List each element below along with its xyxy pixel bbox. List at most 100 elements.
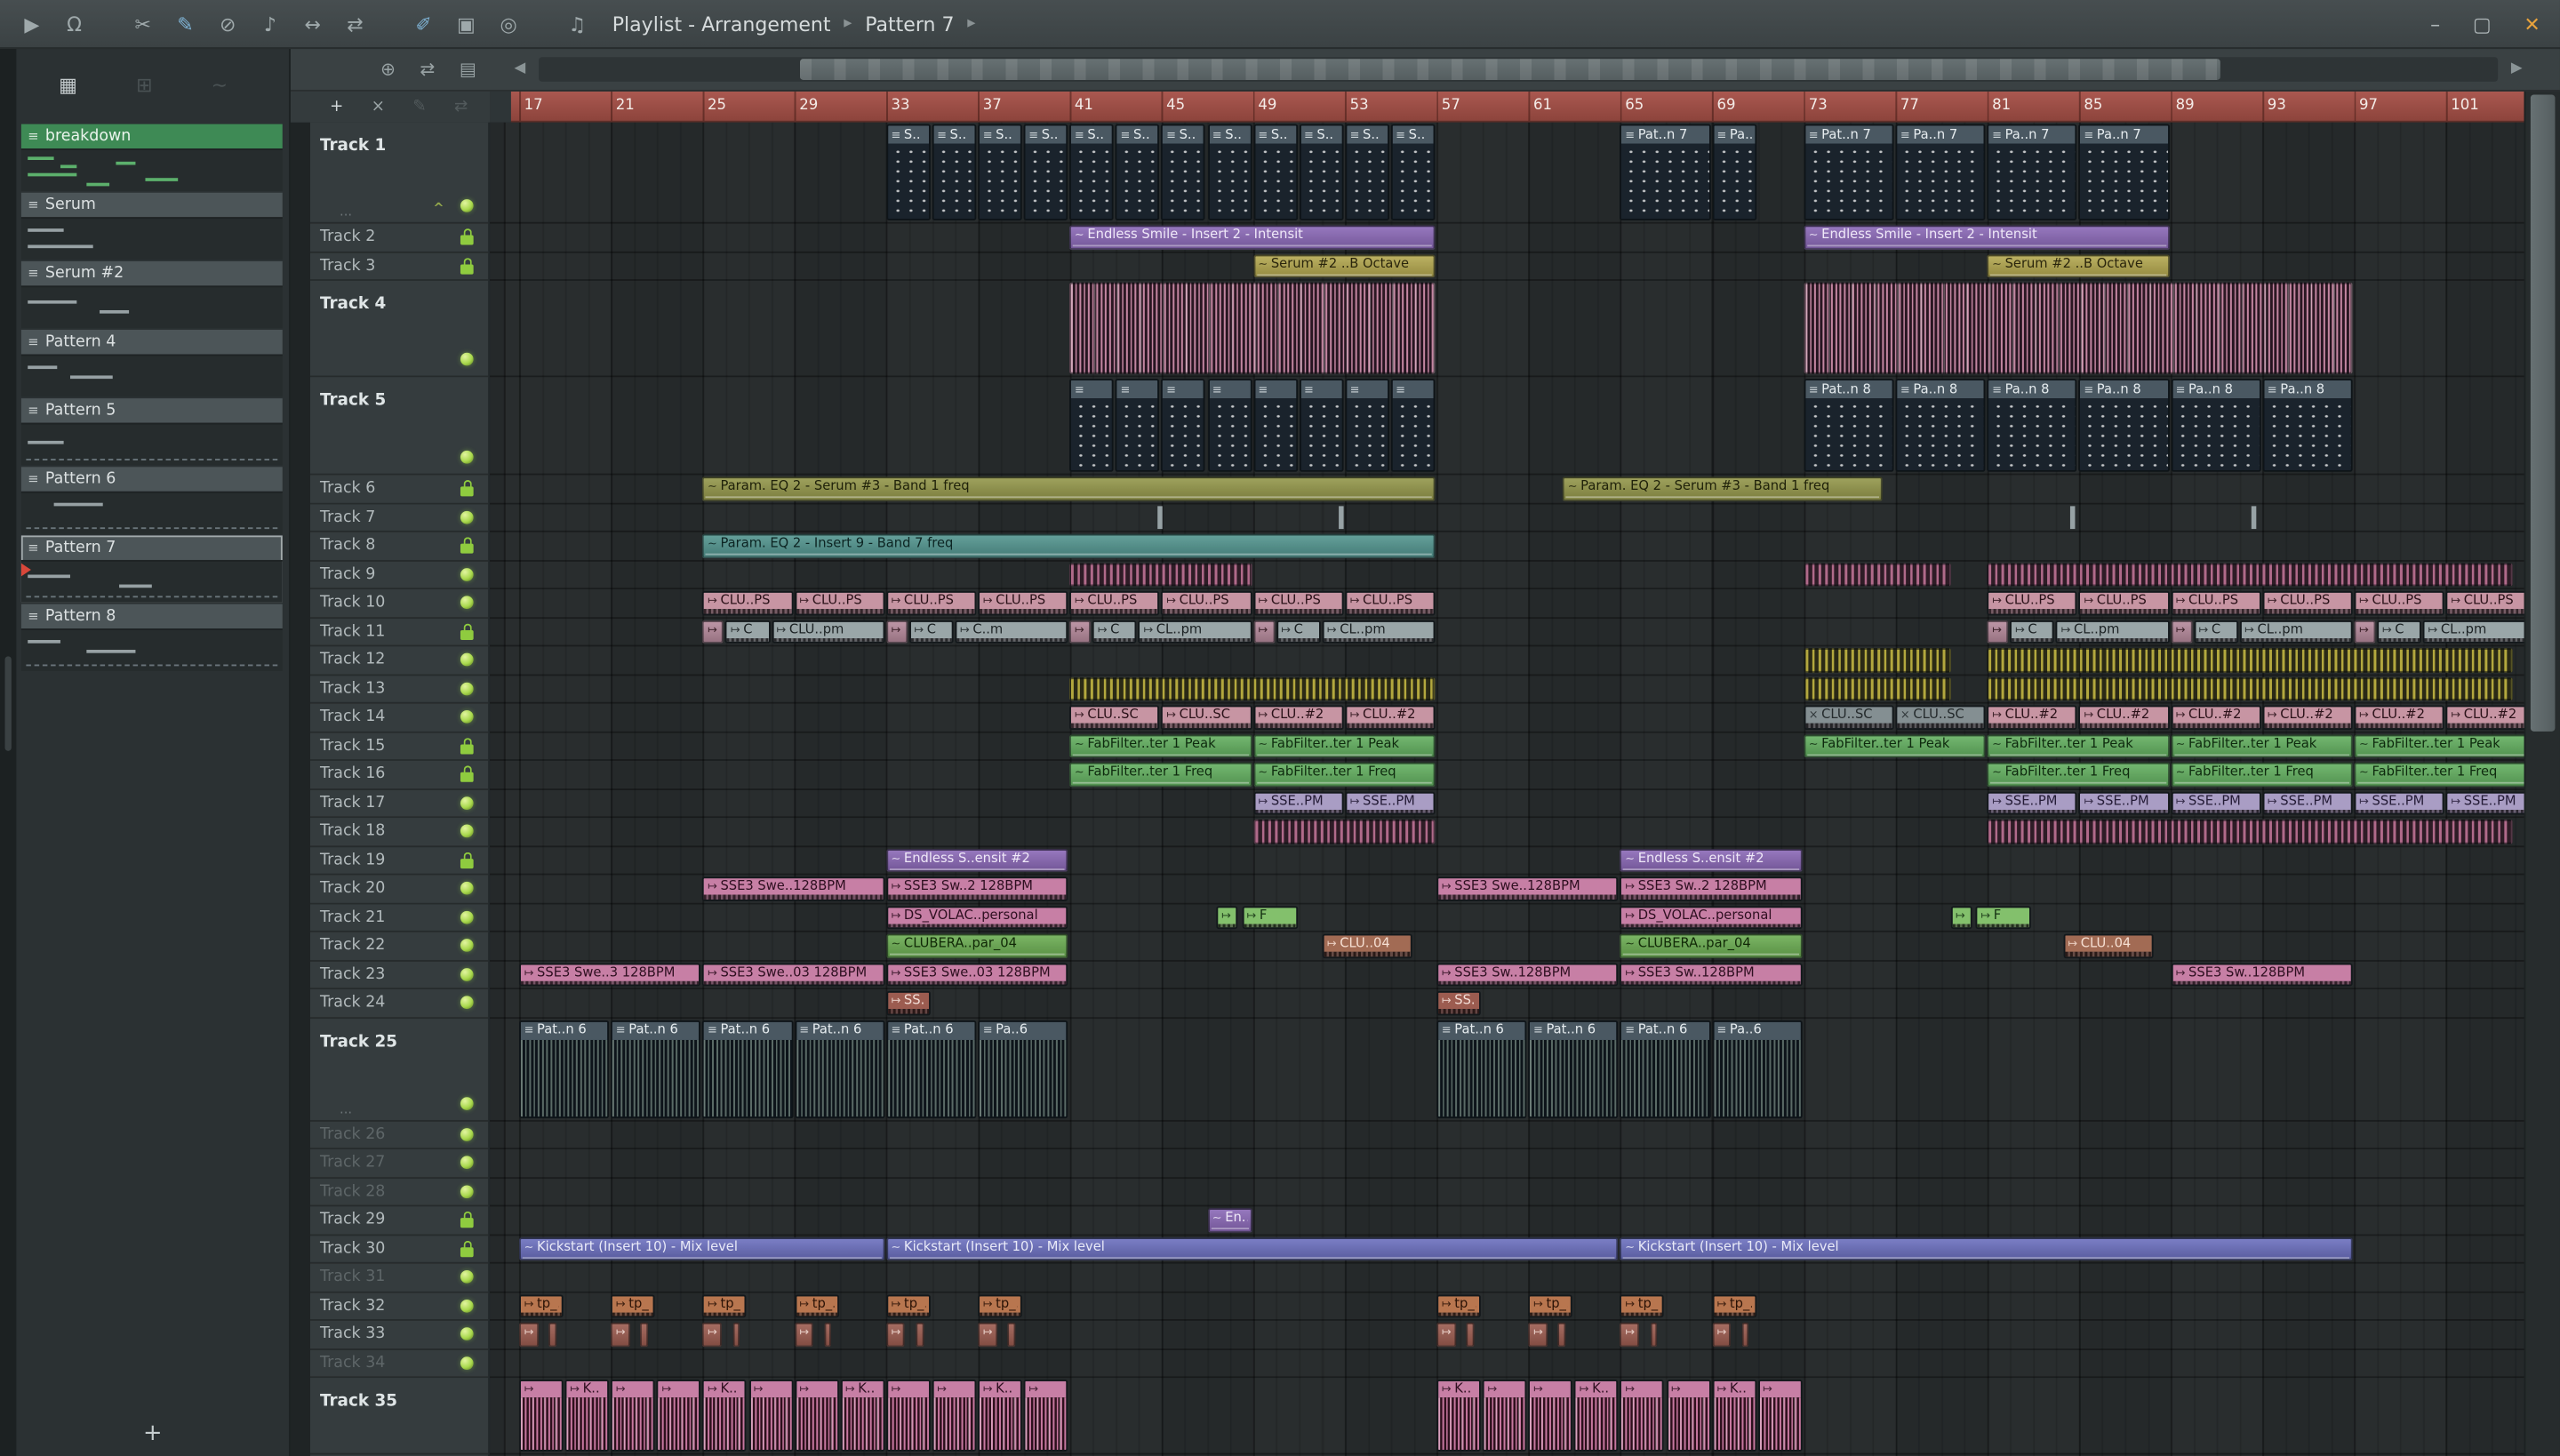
clip[interactable]: ↦ <box>656 1380 701 1452</box>
clip[interactable]: ≡ <box>1252 379 1298 472</box>
mute-light[interactable] <box>460 567 474 581</box>
clip[interactable]: ∼ FabFilter..ter 1 Freq <box>1069 762 1252 787</box>
clip[interactable]: ≡ S.. <box>978 124 1022 220</box>
clip[interactable]: ↦ <box>1482 1380 1527 1452</box>
clip[interactable]: ↦ CLU..#2 <box>2354 705 2444 730</box>
pattern-item-pattern-7[interactable]: ≡ Pattern 7 <box>20 535 283 603</box>
clip[interactable] <box>824 1322 832 1347</box>
clip[interactable]: ∼ FabFilter..ter 1 Freq <box>2354 762 2524 787</box>
clip[interactable] <box>1007 1322 1016 1347</box>
brush-icon[interactable]: ✐ <box>412 12 436 36</box>
clip[interactable]: ↦ SSE..PM <box>2078 790 2170 815</box>
pattern-item-pattern-5[interactable]: ≡ Pattern 5 <box>20 398 283 466</box>
clip[interactable]: ≡ Pat..n 6 <box>1436 1020 1527 1118</box>
track-header-6[interactable]: Track 6 <box>309 475 489 504</box>
clip[interactable]: ≡ S.. <box>1069 124 1115 220</box>
mute-light[interactable] <box>460 1127 474 1141</box>
clip[interactable]: ≡ <box>1069 379 1115 472</box>
clip[interactable]: ∼ FabFilter..ter 1 Peak <box>1987 733 2170 758</box>
clip[interactable]: ↦ <box>1711 1322 1732 1347</box>
maximize-button[interactable]: ▢ <box>2473 12 2492 36</box>
clip[interactable]: ∼ Endless S..ensit #2 <box>1620 848 1803 872</box>
add-track-button[interactable]: + <box>330 98 343 116</box>
clip[interactable]: ↦ C..m <box>955 620 1068 644</box>
clip[interactable]: ≡ <box>1299 379 1344 472</box>
lock-icon[interactable] <box>460 623 474 640</box>
lock-icon[interactable] <box>460 765 474 783</box>
clip[interactable]: ↦ SSE..PM <box>2262 790 2353 815</box>
clip[interactable]: ↦ CLU..PS <box>794 590 885 615</box>
timeline-ruler[interactable]: 17 21 25 29 33 37 41 45 49 53 57 61 65 69 73 77 81 85 89 93… <box>490 91 2524 123</box>
clip[interactable]: ≡ <box>1116 379 1160 472</box>
clip[interactable]: ↦ <box>978 1322 997 1347</box>
clip[interactable]: ≡ S.. <box>1252 124 1298 220</box>
mute-light[interactable] <box>460 450 474 464</box>
mute-light[interactable] <box>460 796 474 810</box>
mute-light[interactable] <box>460 1270 474 1284</box>
clip[interactable]: ↦ K.. <box>1436 1380 1482 1452</box>
track-header-22[interactable]: Track 22 <box>309 932 489 961</box>
clip[interactable]: ↦ CLU..PS <box>2445 590 2524 615</box>
clip[interactable]: ≡ <box>1207 379 1252 472</box>
clip[interactable]: ↦ CLU..PS <box>2354 590 2444 615</box>
lock-icon[interactable] <box>460 257 474 275</box>
clip[interactable]: ↦tp_..in <box>885 1293 931 1318</box>
clip[interactable]: × CLU..SC <box>1895 705 1986 730</box>
mute-light[interactable] <box>460 1184 474 1198</box>
mute-light[interactable] <box>460 824 474 838</box>
clip[interactable]: ↦ CLU..PS <box>2171 590 2261 615</box>
clip[interactable] <box>1804 648 1952 672</box>
clip[interactable]: ≡ Pa..n 7 <box>2078 124 2170 220</box>
disable-icon[interactable]: ⊘ <box>215 12 240 36</box>
preview-speaker-icon[interactable]: ♫ <box>564 12 589 36</box>
wave-icon[interactable]: ∼ <box>212 74 228 97</box>
edge-scroll-indicator[interactable] <box>4 656 12 751</box>
clip[interactable] <box>1987 820 2514 844</box>
clip[interactable] <box>1558 1322 1566 1347</box>
clip[interactable] <box>1466 1322 1475 1347</box>
clip[interactable]: ↦ <box>1620 1322 1640 1347</box>
clip[interactable]: ↦ <box>794 1322 814 1347</box>
clip[interactable]: ∼ CLUBERA..par_04 <box>885 933 1068 958</box>
clip[interactable]: ↦SS..M <box>885 990 931 1015</box>
track-header-32[interactable]: Track 32 <box>309 1292 489 1321</box>
clip[interactable]: ≡ S.. <box>1345 124 1389 220</box>
clip[interactable]: ↦ CLU..#2 <box>1987 705 2077 730</box>
add-pattern-button[interactable]: + <box>143 1420 163 1446</box>
mute-light[interactable] <box>460 710 474 724</box>
clip[interactable] <box>2069 505 2076 530</box>
clip[interactable]: ∼ FabFilter..ter 1 Peak <box>2171 733 2353 758</box>
clip[interactable]: ↦ C <box>725 620 771 644</box>
pattern-item-pattern-6[interactable]: ≡ Pattern 6 <box>20 467 283 534</box>
swap-tool-icon[interactable]: ⇄ <box>454 98 468 116</box>
pencil-tool-icon[interactable]: ✎ <box>412 98 426 116</box>
clip[interactable]: ↦ <box>932 1380 977 1452</box>
mute-light[interactable] <box>460 967 474 981</box>
clip[interactable] <box>1252 820 1436 844</box>
clip[interactable]: ↦ SSE3 Sw..128BPM <box>1620 962 1803 987</box>
clip[interactable]: ↦ <box>702 1322 722 1347</box>
clip[interactable]: ≡ Pat..n 6 <box>794 1020 885 1118</box>
mute-light[interactable] <box>460 910 474 924</box>
clip[interactable]: ≡ S.. <box>1023 124 1068 220</box>
clip[interactable]: ↦ K.. <box>564 1380 610 1452</box>
track-header-25[interactable]: Track 25... <box>309 1018 489 1121</box>
clip[interactable] <box>732 1322 740 1347</box>
clip[interactable]: ≡ Pat..n 8 <box>1804 379 1894 472</box>
link-tool-icon[interactable]: ⇄ <box>420 59 435 80</box>
clip[interactable]: ↦ CL..pm <box>1138 620 1252 644</box>
find-patterns-icon[interactable]: ⊞ <box>136 74 152 97</box>
clip[interactable] <box>1987 648 2514 672</box>
clip[interactable]: ≡ Pat..n 7 <box>1620 124 1711 220</box>
clip[interactable]: ≡ Pat..n 6 <box>702 1020 793 1118</box>
track-header-21[interactable]: Track 21 <box>309 904 489 932</box>
clip[interactable]: ≡ Pat..n 7 <box>1804 124 1894 220</box>
clip[interactable]: ∼ FabFilter..ter 1 Peak <box>2354 733 2524 758</box>
track-header-13[interactable]: Track 13 <box>309 675 489 704</box>
clip[interactable] <box>1156 505 1163 530</box>
mute-light[interactable] <box>460 1299 474 1313</box>
clip[interactable]: ∼ Kickstart (Insert 10) - Mix level <box>519 1236 885 1260</box>
pattern-item-pattern-4[interactable]: ≡ Pattern 4 <box>20 330 283 397</box>
track-header-19[interactable]: Track 19 <box>309 846 489 876</box>
lock-icon[interactable] <box>460 537 474 555</box>
